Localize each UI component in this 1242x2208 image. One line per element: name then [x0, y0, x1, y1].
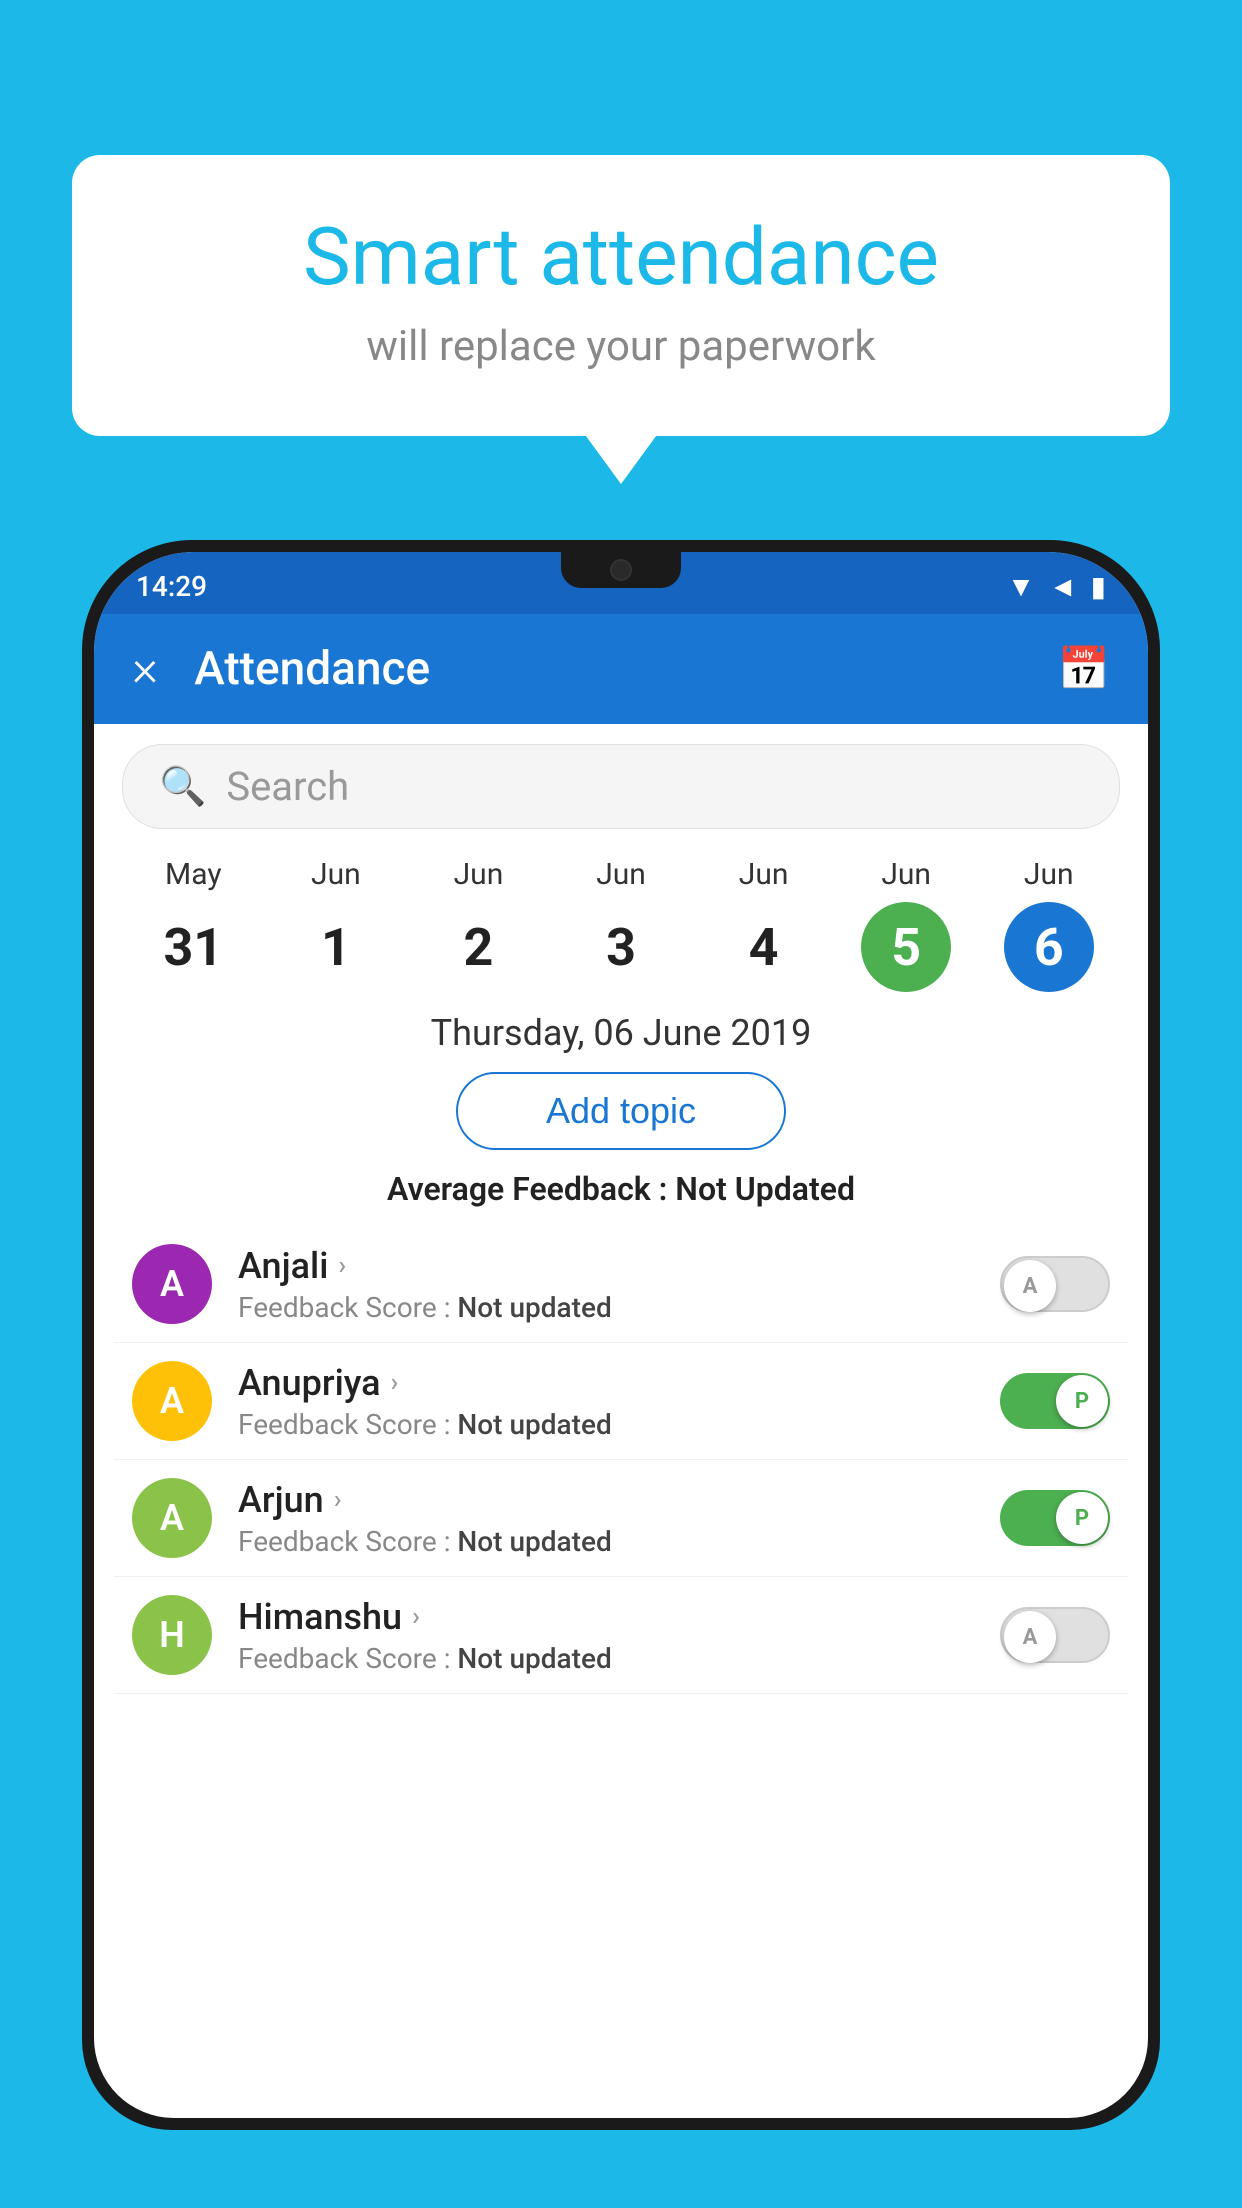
student-info-2: Arjun › Feedback Score : Not updated — [238, 1479, 1000, 1558]
student-avatar-2: A — [132, 1478, 212, 1558]
cal-day-num: 1 — [291, 902, 381, 992]
calendar-strip: May 31 Jun 1 Jun 2 Jun 3 Jun 4 Jun 5 Jun 6 — [94, 839, 1148, 1002]
phone-outer: 14:29 ▼ ◄ ▮ × Attendance 📅 🔍 Search Ma — [82, 540, 1160, 2130]
student-item-0[interactable]: AAnjali ›Feedback Score : Not updatedA — [114, 1226, 1128, 1343]
student-item-1[interactable]: A Anupriya › Feedback Score : Not updated P — [114, 1343, 1128, 1460]
calendar-day-0[interactable]: May 31 — [122, 857, 265, 992]
status-time: 14:29 — [136, 570, 207, 603]
student-name-1: Anupriya › — [238, 1362, 1000, 1404]
attendance-toggle-1[interactable]: P — [1000, 1373, 1110, 1429]
chevron-icon: › — [412, 1602, 420, 1632]
add-topic-button[interactable]: Add topic — [456, 1072, 786, 1150]
app-title: Attendance — [194, 642, 1058, 696]
student-list: AAnjali ›Feedback Score : Not updatedAAA… — [94, 1226, 1148, 1694]
attendance-toggle-0[interactable]: A — [1000, 1256, 1110, 1312]
student-name-3: Himanshu › — [238, 1596, 1000, 1638]
search-placeholder: Search — [226, 763, 349, 810]
toggle-knob-0: A — [1004, 1260, 1056, 1312]
student-info-0: Anjali › Feedback Score : Not updated — [238, 1245, 1000, 1324]
speech-bubble-container: Smart attendance will replace your paper… — [72, 155, 1170, 436]
calendar-day-4[interactable]: Jun 4 — [692, 857, 835, 992]
chevron-icon: › — [338, 1251, 346, 1281]
toggle-wrap-2[interactable]: P — [1000, 1490, 1110, 1546]
cal-month: Jun — [1024, 857, 1074, 892]
status-icons: ▼ ◄ ▮ — [1007, 570, 1106, 603]
selected-date: Thursday, 06 June 2019 — [94, 1012, 1148, 1054]
wifi-icon: ▼ — [1007, 570, 1035, 603]
phone-notch — [561, 552, 681, 588]
chevron-icon: › — [391, 1368, 399, 1398]
search-icon: 🔍 — [159, 765, 206, 809]
battery-icon: ▮ — [1091, 570, 1106, 603]
student-info-3: Himanshu › Feedback Score : Not updated — [238, 1596, 1000, 1675]
speech-bubble: Smart attendance will replace your paper… — [72, 155, 1170, 436]
student-item-3[interactable]: H Himanshu › Feedback Score : Not updatedA — [114, 1577, 1128, 1694]
calendar-day-5[interactable]: Jun 5 — [835, 857, 978, 992]
cal-day-num: 4 — [719, 902, 809, 992]
toggle-knob-3: A — [1004, 1611, 1056, 1663]
cal-month: Jun — [596, 857, 646, 892]
close-button[interactable]: × — [132, 640, 158, 698]
feedback-score-1: Feedback Score : Not updated — [238, 1408, 1000, 1441]
feedback-score-3: Feedback Score : Not updated — [238, 1642, 1000, 1675]
cal-day-num: 3 — [576, 902, 666, 992]
avg-feedback-label: Average Feedback : — [387, 1170, 667, 1208]
toggle-wrap-3[interactable]: A — [1000, 1607, 1110, 1663]
student-name-2: Arjun › — [238, 1479, 1000, 1521]
calendar-day-1[interactable]: Jun 1 — [265, 857, 408, 992]
cal-month: May — [165, 857, 221, 892]
app-bar: × Attendance 📅 — [94, 614, 1148, 724]
bubble-title: Smart attendance — [132, 210, 1110, 304]
toggle-knob-1: P — [1056, 1375, 1108, 1427]
cal-month: Jun — [881, 857, 931, 892]
cal-day-num: 5 — [861, 902, 951, 992]
cal-day-num: 31 — [148, 902, 238, 992]
cal-day-num: 2 — [433, 902, 523, 992]
student-avatar-1: A — [132, 1361, 212, 1441]
chevron-icon: › — [334, 1485, 342, 1515]
phone-screen: 14:29 ▼ ◄ ▮ × Attendance 📅 🔍 Search Ma — [94, 552, 1148, 2118]
cal-month: Jun — [739, 857, 789, 892]
calendar-icon[interactable]: 📅 — [1058, 645, 1110, 694]
toggle-wrap-1[interactable]: P — [1000, 1373, 1110, 1429]
student-avatar-0: A — [132, 1244, 212, 1324]
attendance-toggle-2[interactable]: P — [1000, 1490, 1110, 1546]
feedback-score-0: Feedback Score : Not updated — [238, 1291, 1000, 1324]
calendar-day-3[interactable]: Jun 3 — [550, 857, 693, 992]
toggle-knob-2: P — [1056, 1492, 1108, 1544]
cal-month: Jun — [454, 857, 504, 892]
student-name-0: Anjali › — [238, 1245, 1000, 1287]
avg-feedback-value: Not Updated — [675, 1170, 855, 1208]
feedback-score-2: Feedback Score : Not updated — [238, 1525, 1000, 1558]
average-feedback: Average Feedback : Not Updated — [94, 1170, 1148, 1208]
cal-month: Jun — [311, 857, 361, 892]
student-item-2[interactable]: A Arjun › Feedback Score : Not updated P — [114, 1460, 1128, 1577]
student-info-1: Anupriya › Feedback Score : Not updated — [238, 1362, 1000, 1441]
bubble-subtitle: will replace your paperwork — [132, 322, 1110, 371]
notch-camera — [610, 559, 632, 581]
toggle-wrap-0[interactable]: A — [1000, 1256, 1110, 1312]
calendar-day-2[interactable]: Jun 2 — [407, 857, 550, 992]
phone-frame: 14:29 ▼ ◄ ▮ × Attendance 📅 🔍 Search Ma — [82, 540, 1160, 2208]
student-avatar-3: H — [132, 1595, 212, 1675]
signal-icon: ◄ — [1049, 570, 1077, 603]
search-bar[interactable]: 🔍 Search — [122, 744, 1120, 829]
calendar-day-6[interactable]: Jun 6 — [977, 857, 1120, 992]
attendance-toggle-3[interactable]: A — [1000, 1607, 1110, 1663]
cal-day-num: 6 — [1004, 902, 1094, 992]
